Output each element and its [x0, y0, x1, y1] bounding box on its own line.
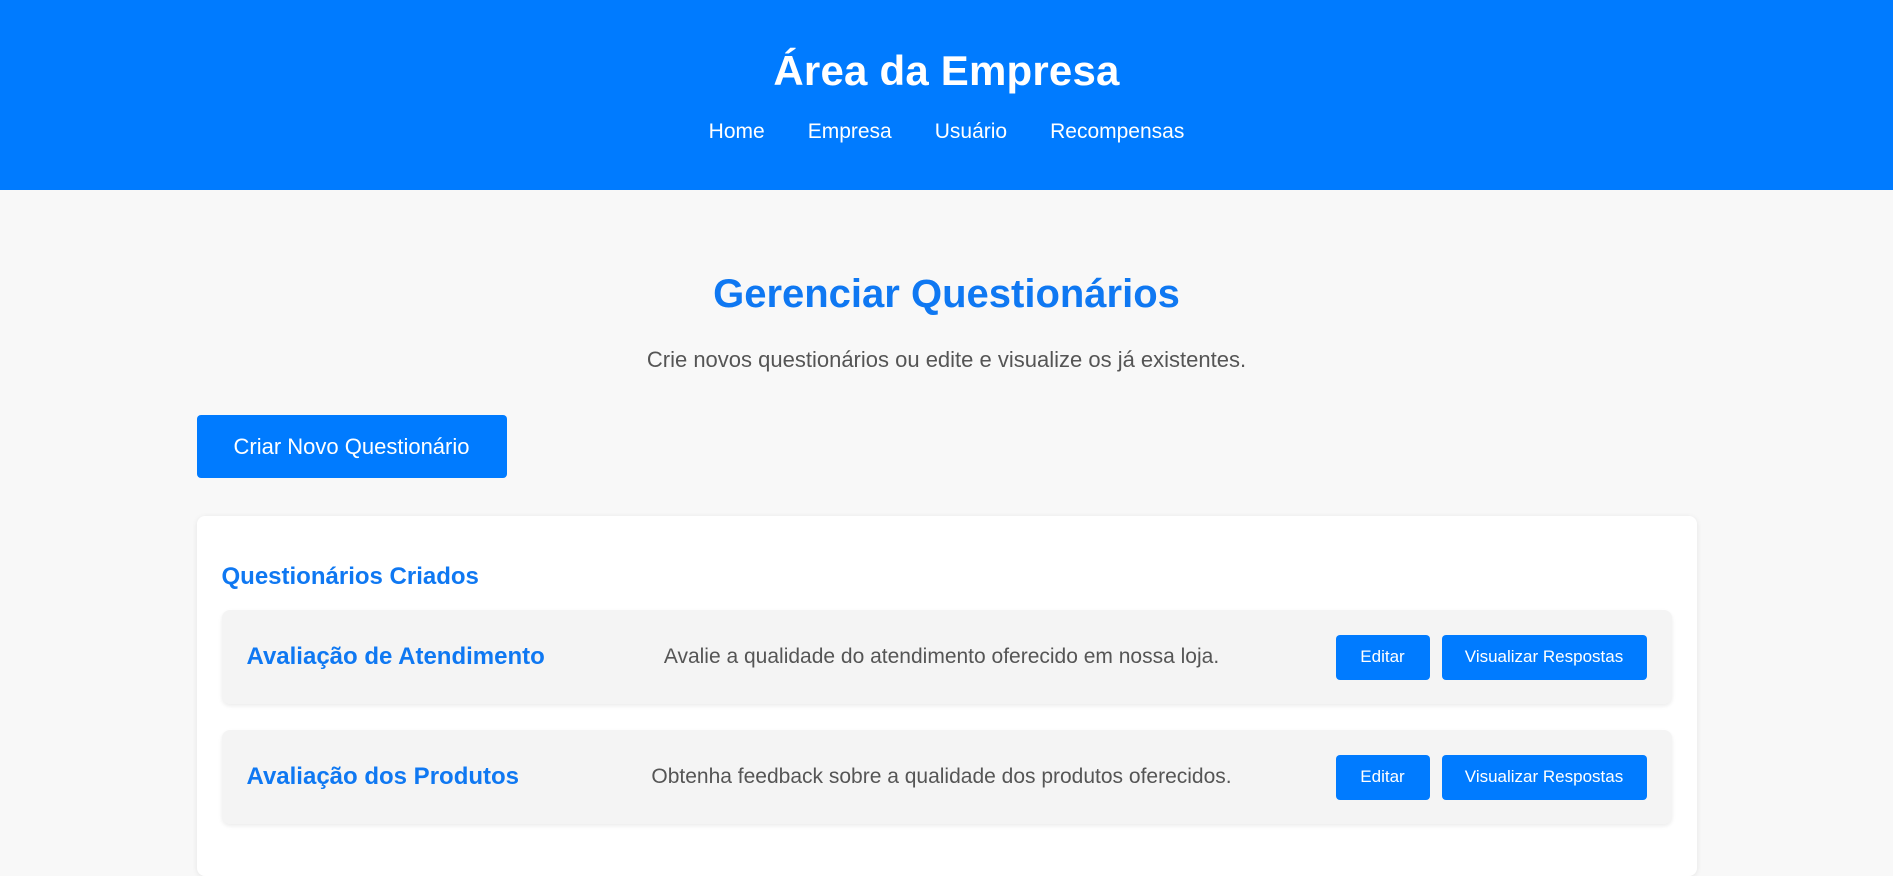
- questionnaire-actions: Editar Visualizar Respostas: [1335, 754, 1647, 800]
- created-questionnaires-title: Questionários Criados: [221, 563, 479, 590]
- questionnaire-list: Avaliação de Atendimento Avalie a qualid…: [221, 610, 1672, 824]
- create-questionnaire-button[interactable]: Criar Novo Questionário: [196, 415, 507, 478]
- site-title: Área da Empresa: [773, 47, 1120, 94]
- page-title: Gerenciar Questionários: [713, 272, 1180, 316]
- nav-usuario-link[interactable]: Usuário: [935, 120, 1007, 144]
- nav-home-link[interactable]: Home: [709, 120, 765, 144]
- edit-questionnaire-button[interactable]: Editar: [1335, 634, 1430, 680]
- questionnaire-title: Avaliação de Atendimento: [246, 643, 545, 670]
- questionnaire-description: Avalie a qualidade do atendimento oferec…: [663, 645, 1220, 668]
- questionnaire-list-item: Avaliação de Atendimento Avalie a qualid…: [221, 610, 1672, 704]
- questionnaire-list-item: Avaliação dos Produtos Obtenha feedback …: [221, 730, 1672, 824]
- main-navigation: Home Empresa Usuário Recompensas: [0, 120, 1893, 144]
- created-questionnaires-panel: Questionários Criados Avaliação de Atend…: [196, 516, 1697, 876]
- nav-empresa-link[interactable]: Empresa: [808, 120, 892, 144]
- nav-recompensas-link[interactable]: Recompensas: [1050, 120, 1184, 144]
- page-subtitle: Crie novos questionários ou edite e visu…: [646, 347, 1247, 372]
- view-responses-button[interactable]: Visualizar Respostas: [1441, 634, 1647, 680]
- edit-questionnaire-button[interactable]: Editar: [1335, 754, 1430, 800]
- questionnaire-actions: Editar Visualizar Respostas: [1335, 634, 1647, 680]
- questionnaire-title: Avaliação dos Produtos: [246, 763, 520, 790]
- questionnaire-description: Obtenha feedback sobre a qualidade dos p…: [651, 765, 1232, 788]
- site-header: Área da Empresa Home Empresa Usuário Rec…: [0, 0, 1893, 190]
- main-content: Gerenciar Questionários Crie novos quest…: [196, 190, 1697, 876]
- view-responses-button[interactable]: Visualizar Respostas: [1441, 754, 1647, 800]
